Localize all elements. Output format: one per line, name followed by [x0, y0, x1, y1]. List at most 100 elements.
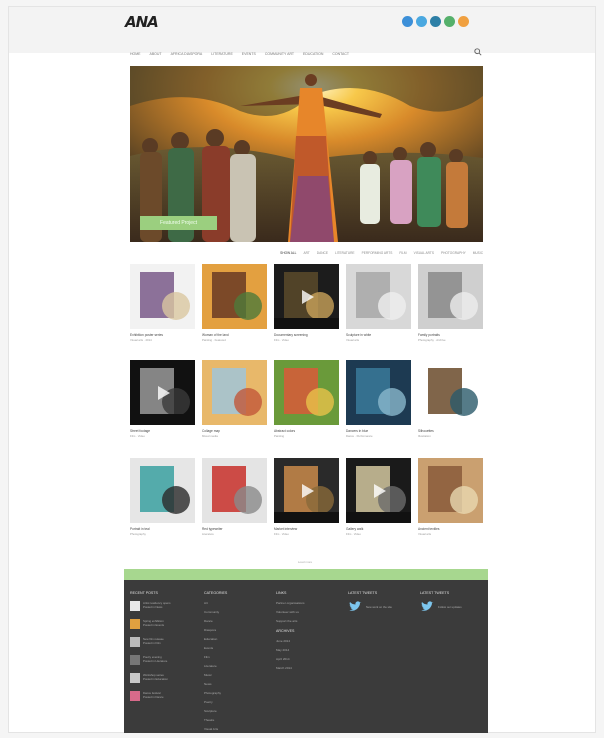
portfolio-item-title[interactable]: Exhibition poster series	[130, 333, 195, 337]
load-more-link[interactable]: Load more	[185, 560, 425, 566]
portfolio-thumbnail[interactable]	[202, 360, 267, 425]
portfolio-thumbnail[interactable]	[418, 264, 483, 329]
portfolio-thumbnail[interactable]	[130, 360, 195, 425]
portfolio-item-title[interactable]: Dancers in blue	[346, 429, 411, 433]
nav-item[interactable]: Home	[130, 52, 141, 56]
portfolio-thumbnail[interactable]	[130, 458, 195, 523]
portfolio-thumbnail[interactable]	[346, 264, 411, 329]
nav-item[interactable]: Education	[303, 52, 323, 56]
google-plus-icon[interactable]	[444, 16, 455, 27]
portfolio-item[interactable]: Family portraits Photography · Archive	[418, 264, 483, 342]
search-icon[interactable]	[474, 48, 482, 56]
archive-link[interactable]: June 2014	[276, 639, 340, 643]
portfolio-thumbnail[interactable]	[418, 458, 483, 523]
category-link[interactable]: Art	[204, 601, 268, 605]
portfolio-item[interactable]: Woman of the land Painting · Featured	[202, 264, 267, 342]
recent-post-item[interactable]: Poetry evening Posted in Literature	[130, 655, 194, 665]
category-link[interactable]: Poetry	[204, 700, 268, 704]
portfolio-item[interactable]: Exhibition poster series Visual arts · 20…	[130, 264, 195, 342]
filter-item[interactable]: Show all	[280, 251, 296, 255]
portfolio-item[interactable]: Street footage Film · Video	[130, 360, 195, 438]
portfolio-thumbnail[interactable]	[274, 264, 339, 329]
filter-item[interactable]: Music	[473, 251, 483, 255]
portfolio-thumbnail[interactable]	[346, 458, 411, 523]
filter-item[interactable]: Film	[399, 251, 406, 255]
nav-item[interactable]: Community Art	[265, 52, 294, 56]
nav-item[interactable]: Africa Diaspora	[171, 52, 203, 56]
portfolio-item-title[interactable]: Red typewriter	[202, 527, 267, 531]
portfolio-thumbnail[interactable]	[274, 458, 339, 523]
portfolio-item[interactable]: Silhouettes Illustration	[418, 360, 483, 438]
recent-post-item[interactable]: Workshop series Posted in Education	[130, 673, 194, 683]
portfolio-item-title[interactable]: Sculpture in white	[346, 333, 411, 337]
portfolio-item[interactable]: Abstract colors Painting	[274, 360, 339, 438]
tweet-item[interactable]: Follow our updates	[420, 601, 484, 613]
portfolio-item-title[interactable]: Woman of the land	[202, 333, 267, 337]
portfolio-item-title[interactable]: Gallery walk	[346, 527, 411, 531]
archive-link[interactable]: April 2014	[276, 657, 340, 661]
recent-post-item[interactable]: Artist residency opens Posted in News	[130, 601, 194, 611]
portfolio-thumbnail[interactable]	[130, 264, 195, 329]
portfolio-item-title[interactable]: Street footage	[130, 429, 195, 433]
category-link[interactable]: Dance	[204, 619, 268, 623]
portfolio-thumbnail[interactable]	[418, 360, 483, 425]
portfolio-item-title[interactable]: Abstract colors	[274, 429, 339, 433]
tweet-item[interactable]: New work on the site	[348, 601, 412, 613]
portfolio-thumbnail[interactable]	[202, 458, 267, 523]
nav-item[interactable]: Literature	[211, 52, 233, 56]
portfolio-thumbnail[interactable]	[346, 360, 411, 425]
portfolio-item-title[interactable]: Market interview	[274, 527, 339, 531]
archive-link[interactable]: May 2014	[276, 648, 340, 652]
nav-item[interactable]: Events	[242, 52, 256, 56]
filter-item[interactable]: Literature	[335, 251, 355, 255]
recent-post-item[interactable]: Spring exhibition Posted in Events	[130, 619, 194, 629]
filter-item[interactable]: Visual Arts	[414, 251, 434, 255]
portfolio-item-title[interactable]: Documentary screening	[274, 333, 339, 337]
category-link[interactable]: Sculpture	[204, 709, 268, 713]
category-link[interactable]: Literature	[204, 664, 268, 668]
filter-item[interactable]: Art	[303, 251, 309, 255]
footer-link[interactable]: Partner organisations	[276, 601, 340, 605]
portfolio-item-title[interactable]: Portrait in teal	[130, 527, 195, 531]
category-link[interactable]: News	[204, 682, 268, 686]
category-link[interactable]: Music	[204, 673, 268, 677]
filter-item[interactable]: Photography	[441, 251, 466, 255]
hero-caption[interactable]: Featured Project	[140, 216, 217, 230]
category-link[interactable]: Photography	[204, 691, 268, 695]
recent-post-item[interactable]: New film release Posted in Film	[130, 637, 194, 647]
portfolio-thumbnail[interactable]	[274, 360, 339, 425]
footer-link[interactable]: Volunteer with us	[276, 610, 340, 614]
category-link[interactable]: Film	[204, 655, 268, 659]
site-logo[interactable]: ANA	[125, 13, 159, 31]
category-link[interactable]: Diaspora	[204, 628, 268, 632]
portfolio-item[interactable]: Sculpture in white Visual arts	[346, 264, 411, 342]
hero-banner[interactable]: Featured Project	[130, 66, 483, 242]
recent-post-item[interactable]: Dance festival Posted in Dance	[130, 691, 194, 701]
rss-icon[interactable]	[458, 16, 469, 27]
vimeo-icon[interactable]	[430, 16, 441, 27]
portfolio-item[interactable]: Red typewriter Literature	[202, 458, 267, 536]
portfolio-item[interactable]: Documentary screening Film · Video	[274, 264, 339, 342]
filter-item[interactable]: Performing arts	[362, 251, 393, 255]
portfolio-item[interactable]: Dancers in blue Dance · Performance	[346, 360, 411, 438]
portfolio-thumbnail[interactable]	[202, 264, 267, 329]
category-link[interactable]: Events	[204, 646, 268, 650]
nav-item[interactable]: Contact	[332, 52, 349, 56]
category-link[interactable]: Community	[204, 610, 268, 614]
portfolio-item[interactable]: Portrait in teal Photography	[130, 458, 195, 536]
portfolio-item[interactable]: Gallery walk Film · Video	[346, 458, 411, 536]
portfolio-item[interactable]: Collage map Mixed media	[202, 360, 267, 438]
portfolio-item-title[interactable]: Silhouettes	[418, 429, 483, 433]
category-link[interactable]: Theatre	[204, 718, 268, 722]
category-link[interactable]: Visual Arts	[204, 727, 268, 731]
twitter-icon[interactable]	[416, 16, 427, 27]
portfolio-item[interactable]: Ancient textiles Visual arts	[418, 458, 483, 536]
portfolio-item-title[interactable]: Ancient textiles	[418, 527, 483, 531]
facebook-icon[interactable]	[402, 16, 413, 27]
filter-item[interactable]: Dance	[317, 251, 328, 255]
footer-link[interactable]: Support the arts	[276, 619, 340, 623]
nav-item[interactable]: About	[150, 52, 162, 56]
portfolio-item[interactable]: Market interview Film · Video	[274, 458, 339, 536]
portfolio-item-title[interactable]: Collage map	[202, 429, 267, 433]
archive-link[interactable]: March 2014	[276, 666, 340, 670]
